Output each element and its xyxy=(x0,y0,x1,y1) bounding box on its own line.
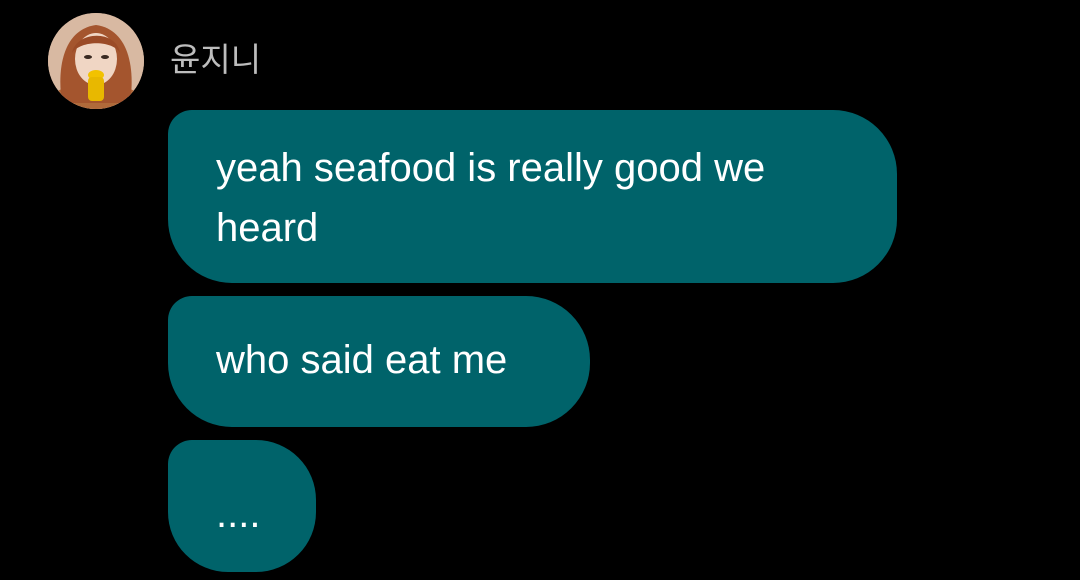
profile-photo-icon xyxy=(48,13,144,109)
sender-name: 윤지니 xyxy=(170,40,262,79)
message-bubble[interactable]: who said eat me xyxy=(168,296,590,427)
message-text: who said eat me xyxy=(216,338,508,382)
message-text: yeah seafood is really good we heard xyxy=(216,146,766,250)
message-bubble[interactable]: .... xyxy=(168,440,316,572)
message-bubble[interactable]: yeah seafood is really good we heard xyxy=(168,110,897,283)
message-text: .... xyxy=(216,492,261,536)
sender-avatar[interactable] xyxy=(48,13,144,109)
